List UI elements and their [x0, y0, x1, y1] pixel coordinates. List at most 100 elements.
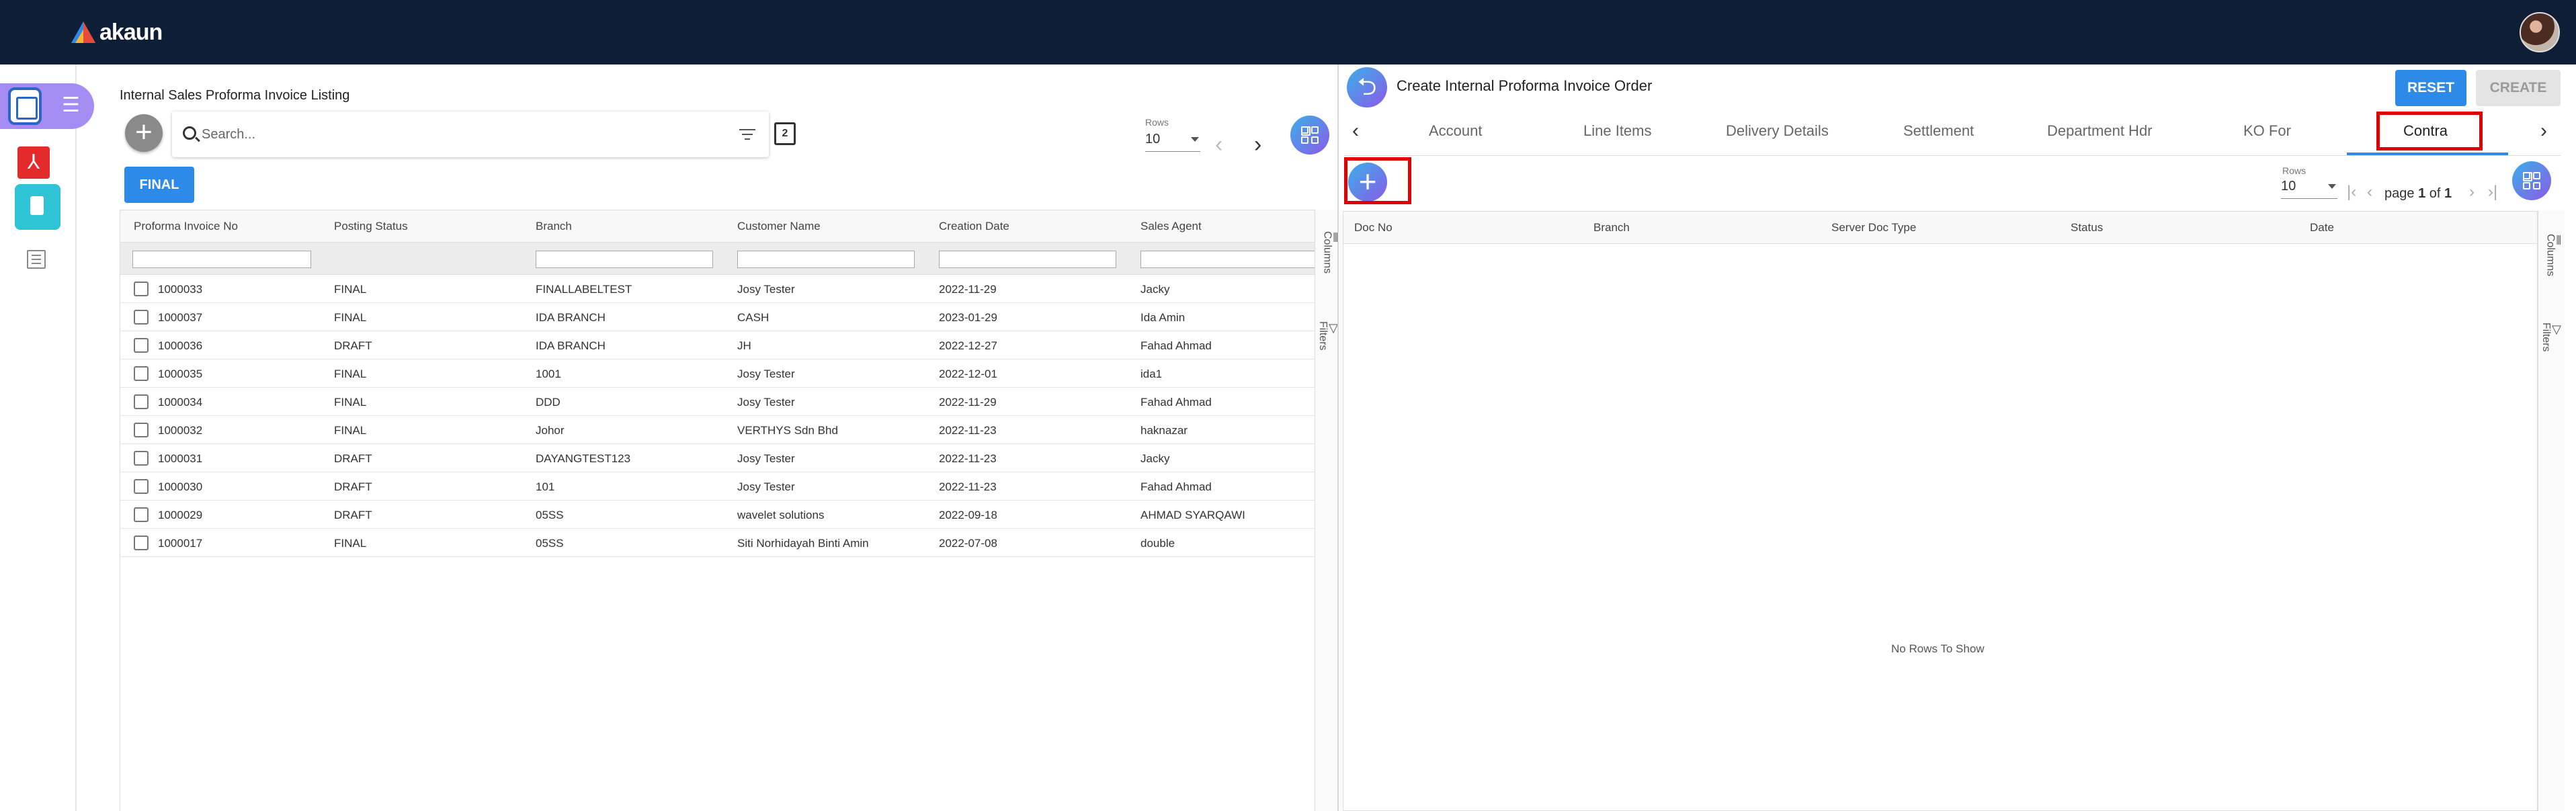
columns-tool[interactable]: ⫴ Columns [1319, 231, 1338, 273]
active-tab-indicator [2347, 153, 2508, 155]
column-header[interactable]: Customer Name [737, 220, 821, 233]
chevron-left-icon[interactable]: ‹ [1215, 133, 1222, 156]
row-checkbox[interactable] [134, 338, 149, 353]
table-row[interactable]: 1000029 DRAFT 05SS wavelet solutions 2022-09… [120, 501, 1316, 529]
table-row[interactable]: 1000032 FINAL Johor VERTHYS Sdn Bhd 2022-11-… [120, 416, 1316, 444]
pdf-icon[interactable]: ⅄ [17, 146, 50, 179]
column-header[interactable]: Date [2310, 221, 2334, 234]
filter-icon: ▽ [1329, 321, 1338, 335]
column-header[interactable]: Sales Agent [1140, 220, 1202, 233]
panel-divider[interactable] [1337, 65, 1339, 811]
column-filter-input[interactable] [1140, 251, 1316, 268]
chevron-right-icon[interactable]: › [1254, 133, 1261, 156]
rail-item-proforma[interactable]: ☰ [0, 83, 94, 129]
add-icon[interactable]: + [125, 114, 163, 152]
rows-select[interactable]: 10 [2281, 179, 2337, 199]
table-cell: 2022-09-18 [939, 509, 997, 521]
document-icon [8, 87, 42, 125]
columns-icon: ⫴ [2556, 234, 2561, 247]
chevron-right-icon[interactable]: › [2540, 120, 2547, 142]
next-page-icon[interactable]: › [2469, 183, 2475, 202]
tab-settlement[interactable]: Settlement [1903, 122, 1974, 140]
rows-value: 10 [2281, 179, 2296, 194]
filter-icon[interactable] [739, 129, 755, 140]
tab-delivery-details[interactable]: Delivery Details [1726, 122, 1829, 140]
column-header[interactable]: Proforma Invoice No [134, 220, 238, 233]
table-cell: IDA BRANCH [536, 311, 606, 324]
row-checkbox[interactable] [134, 366, 149, 381]
table-cell: 1000033 [158, 283, 203, 296]
filters-tool[interactable]: ▽ Filters [2540, 323, 2561, 352]
column-header[interactable]: Server Doc Type [1831, 221, 1916, 234]
row-checkbox[interactable] [134, 282, 149, 296]
table-row[interactable]: 1000017 FINAL 05SS Siti Norhidayah Binti Am… [120, 529, 1316, 557]
row-checkbox[interactable] [134, 507, 149, 522]
table-cell: FINALLABELTEST [536, 283, 632, 296]
filters-tool-label: Filters [1317, 321, 1329, 351]
copy-icon[interactable]: 2 [774, 122, 796, 145]
chevron-left-icon[interactable]: ‹ [1352, 120, 1359, 142]
column-header[interactable]: Posting Status [334, 220, 408, 233]
tab-ko-for[interactable]: KO For [2243, 122, 2291, 140]
status-filter-button[interactable]: FINAL [124, 167, 194, 203]
row-checkbox[interactable] [134, 423, 149, 437]
table-cell: haknazar [1140, 424, 1188, 437]
table-cell: 1000036 [158, 339, 203, 352]
tab-line-items[interactable]: Line Items [1583, 122, 1652, 140]
table-row[interactable]: 1000034 FINAL DDD Josy Tester 2022-11-29 Faha… [120, 388, 1316, 416]
tab-department-hdr[interactable]: Department Hdr [2047, 122, 2153, 140]
table-cell: Josy Tester [737, 396, 795, 409]
table-cell: FINAL [334, 537, 367, 550]
reset-button[interactable]: RESET [2395, 70, 2466, 106]
row-checkbox[interactable] [134, 479, 149, 494]
table-cell: 1000032 [158, 424, 203, 437]
column-filter-input[interactable] [536, 251, 713, 268]
user-avatar-icon[interactable] [2520, 12, 2560, 52]
columns-tool[interactable]: ⫴ Columns [2542, 234, 2561, 276]
grid-view-icon[interactable] [1290, 116, 1329, 155]
column-header[interactable]: Creation Date [939, 220, 1009, 233]
row-checkbox[interactable] [134, 310, 149, 325]
rows-value: 10 [1145, 132, 1161, 146]
column-filter-input[interactable] [737, 251, 915, 268]
current-page: 1 [2418, 186, 2426, 201]
filters-tool[interactable]: ▽ Filters [1317, 321, 1338, 351]
search-input[interactable] [202, 124, 712, 145]
columns-tool-label: Columns [2544, 234, 2557, 277]
doc-icon[interactable] [15, 184, 60, 230]
last-page-icon[interactable]: ›| [2488, 183, 2497, 202]
column-header[interactable]: Branch [1593, 221, 1630, 234]
table-cell: 05SS [536, 509, 564, 521]
table-row[interactable]: 1000031 DRAFT DAYANGTEST123 Josy Tester 2022… [120, 444, 1316, 472]
table-cell: Josy Tester [737, 480, 795, 493]
column-header[interactable]: Doc No [1354, 221, 1393, 234]
create-button[interactable]: CREATE [2476, 70, 2561, 106]
column-filter-input[interactable] [132, 251, 311, 268]
column-filter-input[interactable] [939, 251, 1116, 268]
brand-logo[interactable]: akaun [70, 19, 163, 46]
column-header[interactable]: Branch [536, 220, 572, 233]
table-cell: 1000034 [158, 396, 203, 409]
first-page-icon[interactable]: |‹ [2347, 183, 2356, 202]
table-row[interactable]: 1000037 FINAL IDA BRANCH CASH 2023-01-29 Ida … [120, 303, 1316, 331]
total-pages: 1 [2444, 186, 2452, 201]
prev-page-icon[interactable]: ‹ [2367, 183, 2372, 202]
row-checkbox[interactable] [134, 451, 149, 466]
row-checkbox[interactable] [134, 394, 149, 409]
list-icon[interactable] [27, 250, 46, 269]
rows-select[interactable]: 10 [1145, 132, 1200, 152]
rows-label: Rows [2282, 165, 2307, 176]
row-checkbox[interactable] [134, 536, 149, 550]
grid-view-icon[interactable] [2512, 161, 2551, 200]
tab-account[interactable]: Account [1429, 122, 1483, 140]
table-row[interactable]: 1000035 FINAL 1001 Josy Tester 2022-12-01 ida… [120, 359, 1316, 388]
table-row[interactable]: 1000030 DRAFT 101 Josy Tester 2022-11-23 Faha… [120, 472, 1316, 501]
table-row[interactable]: 1000033 FINAL FINALLABELTEST Josy Tester 202… [120, 275, 1316, 303]
table-cell: 2022-11-29 [939, 396, 997, 409]
table-row[interactable]: 1000036 DRAFT IDA BRANCH JH 2022-12-27 Fahad … [120, 331, 1316, 359]
top-bar: akaun [0, 0, 2576, 65]
column-header[interactable]: Status [2071, 221, 2103, 234]
menu-icon[interactable]: ☰ [62, 95, 86, 116]
back-icon[interactable]: ⮌ [1347, 67, 1387, 108]
table-cell: Josy Tester [737, 368, 795, 380]
